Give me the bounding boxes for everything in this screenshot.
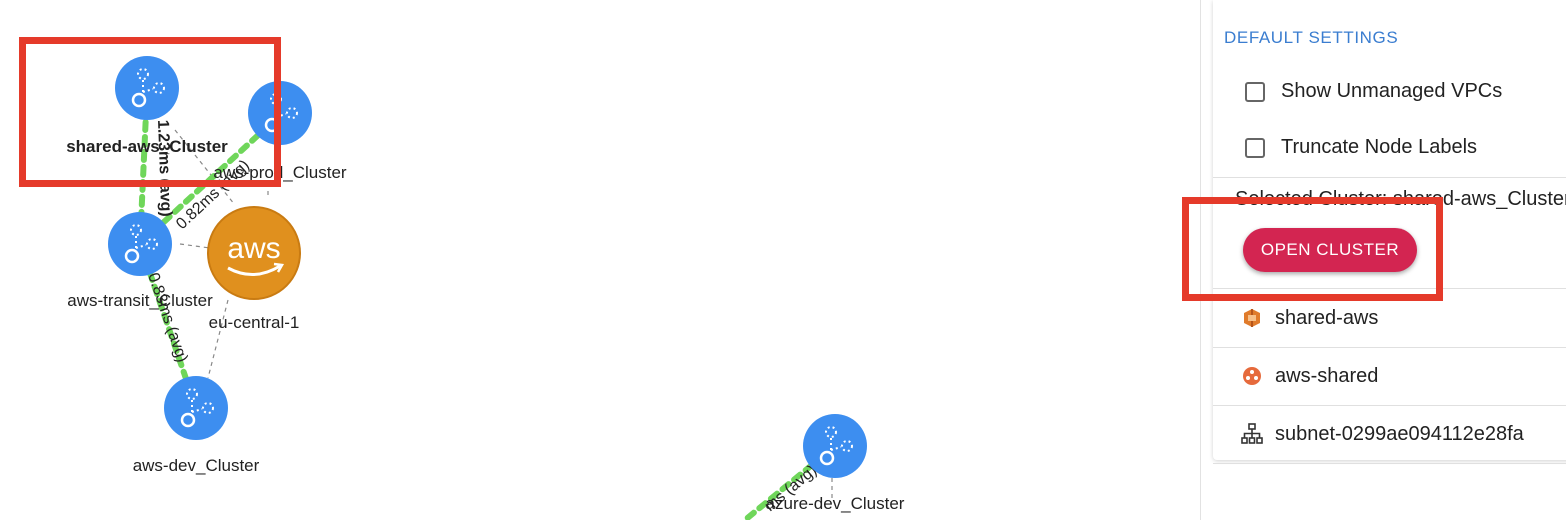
cluster-icon — [162, 374, 230, 442]
cluster-icon — [113, 54, 181, 122]
cluster-icon — [801, 412, 869, 480]
cluster-node-shared-aws[interactable]: shared-aws_Cluster — [66, 54, 228, 156]
aws-logo-text: aws — [227, 232, 280, 265]
aws-vpc-icon — [1241, 365, 1263, 387]
node-label: aws-dev_Cluster — [133, 456, 260, 475]
divider — [1213, 177, 1566, 178]
list-item-aws-shared[interactable]: aws-shared — [1213, 347, 1566, 406]
edge-label-shared-transit: 1.23ms (avg) — [154, 120, 174, 217]
settings-panel: DEFAULT SETTINGS Show Unmanaged VPCs Tru… — [1200, 0, 1566, 520]
subnet-hierarchy-icon — [1241, 423, 1263, 445]
cluster-icon — [106, 210, 174, 278]
edge-thin — [179, 243, 211, 249]
cluster-node-azure-dev[interactable]: azure-dev_Cluster — [766, 412, 905, 513]
list-item-label: subnet-0299ae094112e28fa — [1275, 422, 1524, 445]
truncate-node-labels-checkbox[interactable] — [1245, 137, 1265, 158]
default-settings-heading: DEFAULT SETTINGS — [1224, 28, 1399, 47]
node-label: eu-central-1 — [209, 313, 300, 332]
cluster-icon — [246, 79, 314, 147]
show-unmanaged-vpcs-checkbox[interactable] — [1245, 81, 1265, 102]
selected-cluster-text: Selected Cluster: shared-aws_Cluster — [1235, 188, 1566, 210]
list-item-label: aws-shared — [1275, 364, 1379, 387]
list-item-subnet[interactable]: subnet-0299ae094112e28fa — [1213, 405, 1566, 464]
topology-graph[interactable]: 1.23ms (avg) 0.82ms (avg) 0.83ms (avg) m… — [0, 0, 1200, 520]
edge-thin — [207, 299, 229, 379]
list-item-label: shared-aws — [1275, 306, 1379, 329]
show-unmanaged-vpcs-label: Show Unmanaged VPCs — [1281, 80, 1503, 102]
settings-card: DEFAULT SETTINGS Show Unmanaged VPCs Tru… — [1213, 0, 1566, 464]
node-label: azure-dev_Cluster — [766, 494, 905, 513]
node-label: shared-aws_Cluster — [66, 137, 228, 156]
node-label: aws-prod_Cluster — [213, 163, 347, 182]
edge-label-transit-dev: 0.83ms (avg) — [144, 271, 190, 365]
list-item-shared-aws[interactable]: shared-aws — [1213, 289, 1566, 348]
open-cluster-button[interactable]: OPEN CLUSTER — [1243, 228, 1417, 272]
show-unmanaged-vpcs-option[interactable]: Show Unmanaged VPCs — [1245, 80, 1502, 103]
aws-account-icon — [1241, 307, 1263, 329]
node-label: aws-transit_Cluster — [67, 291, 213, 310]
region-node-eu-central-1[interactable]: aws eu-central-1 — [207, 206, 301, 332]
cluster-node-aws-prod[interactable]: aws-prod_Cluster — [213, 79, 347, 182]
cluster-node-aws-dev[interactable]: aws-dev_Cluster — [133, 374, 260, 475]
truncate-node-labels-label: Truncate Node Labels — [1281, 136, 1478, 158]
truncate-node-labels-option[interactable]: Truncate Node Labels — [1245, 136, 1477, 159]
